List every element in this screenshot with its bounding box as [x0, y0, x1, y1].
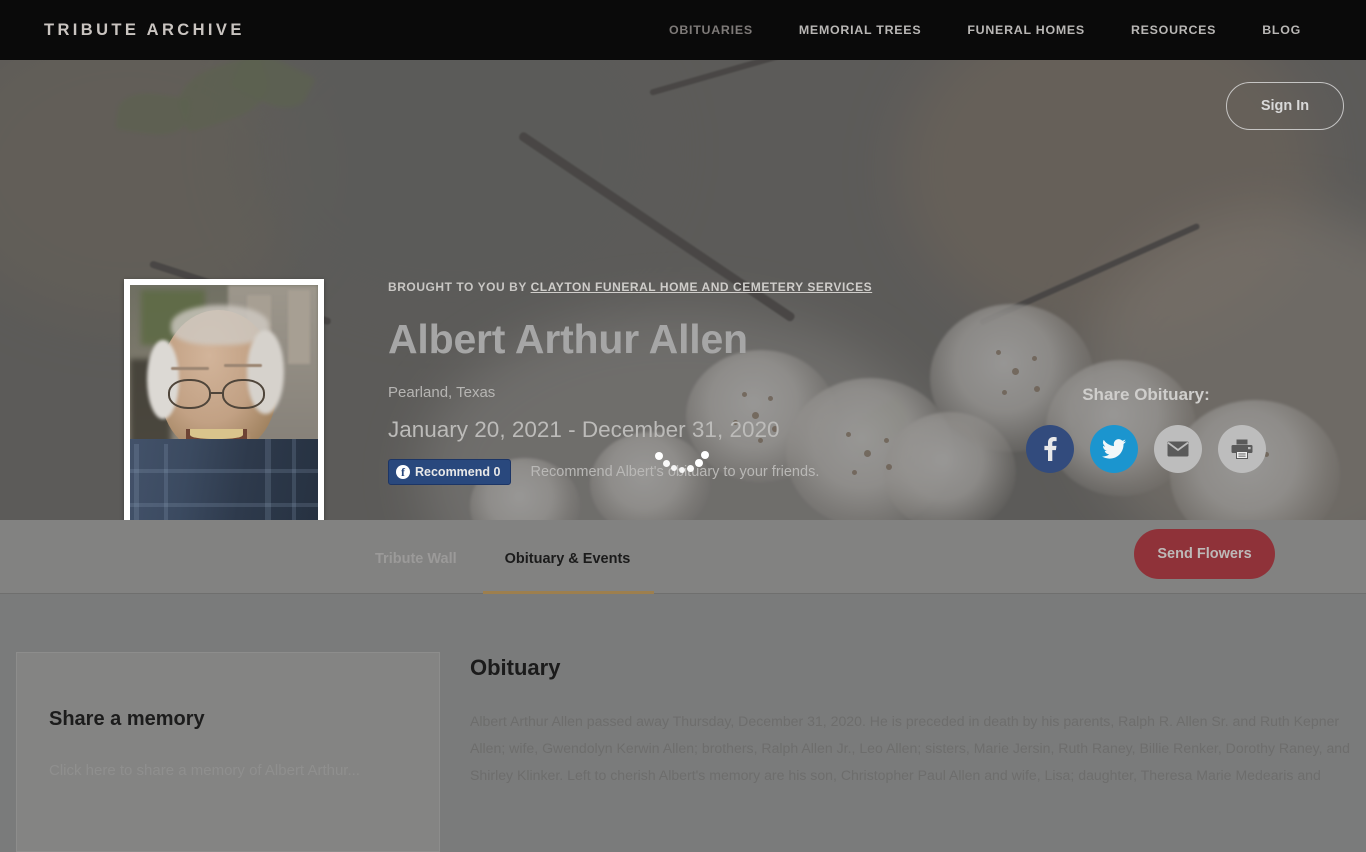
- life-dates: January 20, 2021 - December 31, 2020: [388, 417, 780, 442]
- tab-obituary-events[interactable]: Obituary & Events: [482, 520, 655, 594]
- brought-to-you-by: BROUGHT TO YOU BY CLAYTON FUNERAL HOME A…: [388, 280, 872, 294]
- share-obituary-label: Share Obituary:: [1082, 385, 1210, 404]
- recommend-count: 0: [493, 465, 501, 479]
- facebook-recommend-button[interactable]: f Recommend 0: [388, 459, 512, 485]
- deceased-portrait-photo: [130, 285, 318, 520]
- share-email-button[interactable]: [1154, 425, 1202, 473]
- share-a-memory-card[interactable]: Share a memory Click here to share a mem…: [16, 652, 440, 852]
- tab-tribute-wall[interactable]: Tribute Wall: [375, 520, 481, 594]
- hero-text-block: BROUGHT TO YOU BY CLAYTON FUNERAL HOME A…: [388, 280, 872, 485]
- facebook-icon: [1043, 437, 1057, 461]
- share-twitter-button[interactable]: [1090, 425, 1138, 473]
- sign-in-button[interactable]: Sign In: [1226, 82, 1344, 130]
- send-flowers-button[interactable]: Send Flowers: [1134, 529, 1275, 579]
- loading-spinner-icon: [655, 450, 709, 476]
- funeral-home-link[interactable]: CLAYTON FUNERAL HOME AND CEMETERY SERVIC…: [531, 280, 873, 294]
- main-nav: OBITUARIES MEMORIAL TREES FUNERAL HOMES …: [646, 23, 1324, 37]
- nav-item-memorial-trees[interactable]: MEMORIAL TREES: [776, 23, 944, 37]
- nav-item-resources[interactable]: RESOURCES: [1108, 23, 1239, 37]
- top-navigation-bar: TRIBUTE ARCHIVE OBITUARIES MEMORIAL TREE…: [0, 0, 1366, 60]
- obituary-column: Obituary Albert Arthur Allen passed away…: [470, 655, 1350, 789]
- share-a-memory-title: Share a memory: [49, 708, 205, 730]
- obituary-heading: Obituary: [470, 655, 561, 680]
- hero-banner: Sign In BROUGHT TO YOU BY CLAYTON FUNERA…: [0, 60, 1366, 520]
- share-facebook-button[interactable]: [1026, 425, 1074, 473]
- deceased-portrait-frame: [124, 279, 324, 520]
- page-content: Share a memory Click here to share a mem…: [0, 595, 1366, 852]
- nav-item-obituaries[interactable]: OBITUARIES: [646, 23, 776, 37]
- location-text: Pearland, Texas: [388, 384, 496, 401]
- page-title: Albert Arthur Allen: [388, 316, 748, 362]
- twitter-icon: [1102, 439, 1126, 459]
- recommend-row: f Recommend 0 Recommend Albert's obituar…: [388, 459, 872, 485]
- obituary-body-text: Albert Arthur Allen passed away Thursday…: [470, 713, 1350, 783]
- share-print-button[interactable]: [1218, 425, 1266, 473]
- facebook-icon: f: [396, 465, 410, 479]
- obituary-tab-bar: Tribute Wall Obituary & Events Send Flow…: [0, 520, 1366, 594]
- share-icons-row: [1026, 425, 1266, 473]
- nav-item-funeral-homes[interactable]: FUNERAL HOMES: [944, 23, 1108, 37]
- share-a-memory-subtitle: Click here to share a memory of Albert A…: [49, 762, 360, 779]
- nav-item-blog[interactable]: BLOG: [1239, 23, 1324, 37]
- brought-to-you-by-prefix: BROUGHT TO YOU BY: [388, 280, 531, 294]
- facebook-recommend-label: Recommend 0: [415, 465, 501, 479]
- tab-list: Tribute Wall Obituary & Events: [375, 520, 678, 594]
- email-icon: [1167, 441, 1189, 457]
- share-obituary-section: Share Obituary:: [1026, 385, 1266, 473]
- print-icon: [1231, 439, 1253, 459]
- site-logo[interactable]: TRIBUTE ARCHIVE: [44, 21, 245, 40]
